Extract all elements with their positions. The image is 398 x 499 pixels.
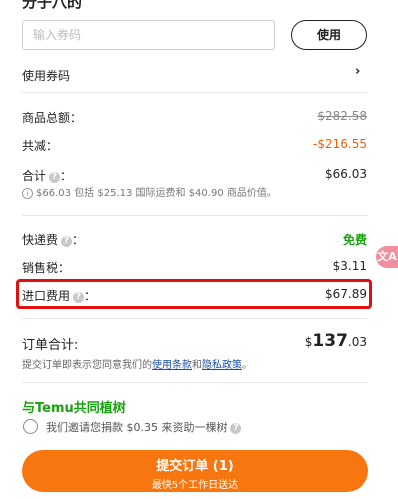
question-icon[interactable]: ? bbox=[49, 172, 61, 183]
import-fee-colon: ： bbox=[84, 289, 97, 303]
shipping-value: 免费 bbox=[342, 233, 367, 247]
order-total-main: 137 bbox=[312, 331, 348, 351]
total-label-text: 合计 bbox=[22, 169, 47, 183]
total-label-colon: ： bbox=[60, 169, 73, 183]
delivery-estimate: 最快5个工作日送达 bbox=[151, 480, 239, 491]
terms-of-use-link[interactable]: 使用条款 bbox=[152, 360, 192, 371]
total-label: 合计?： bbox=[22, 167, 72, 184]
use-coupon-label[interactable]: 使用券码 bbox=[22, 67, 70, 84]
divider bbox=[22, 318, 367, 319]
discount-label: 共减： bbox=[22, 139, 59, 153]
question-icon[interactable]: ? bbox=[61, 236, 73, 247]
import-fee-label: 进口费用?： bbox=[22, 287, 96, 304]
coupon-code-input[interactable] bbox=[22, 20, 275, 50]
submit-order-label: 提交订单 (1) bbox=[156, 459, 234, 474]
total-note-text: $66.03 包括 $25.13 国际运费和 $40.90 商品价值。 bbox=[36, 188, 277, 199]
total-note: i $66.03 包括 $25.13 国际运费和 $40.90 商品价值。 bbox=[22, 184, 277, 199]
divider bbox=[22, 215, 367, 216]
order-total-cents: .03 bbox=[347, 335, 367, 349]
donate-radio[interactable] bbox=[23, 419, 38, 434]
import-fee-label-text: 进口费用 bbox=[22, 289, 71, 303]
donate-text-content: 我们邀请您捐款 $0.35 来资助一棵树 bbox=[46, 421, 228, 434]
translate-icon[interactable]: 文A bbox=[376, 246, 398, 268]
discount-value: -$216.55 bbox=[313, 137, 367, 151]
order-total-value: $137.03 bbox=[305, 331, 367, 351]
tax-label: 销售税： bbox=[22, 261, 71, 275]
import-fee-value: $67.89 bbox=[325, 287, 367, 301]
info-icon: i bbox=[22, 188, 33, 199]
privacy-policy-link[interactable]: 隐私政策 bbox=[202, 360, 242, 371]
shipping-label-text: 快递费 bbox=[22, 233, 59, 247]
terms-notice: 提交订单即表示您同意我们的使用条款和隐私政策。 bbox=[22, 356, 252, 371]
terms-suffix: 。 bbox=[242, 360, 252, 371]
submit-order-button[interactable]: 提交订单 (1) 最快5个工作日送达 bbox=[22, 450, 368, 492]
terms-prefix: 提交订单即表示您同意我们的 bbox=[22, 360, 152, 371]
donate-text: 我们邀请您捐款 $0.35 来资助一棵树? bbox=[46, 419, 242, 435]
question-icon[interactable]: ? bbox=[230, 423, 242, 434]
question-icon[interactable]: ? bbox=[73, 292, 85, 303]
total-value: $66.03 bbox=[325, 167, 367, 181]
terms-and: 和 bbox=[192, 360, 202, 371]
divider bbox=[22, 92, 367, 93]
shipping-label: 快递费?： bbox=[22, 233, 85, 247]
subtotal-value: $282.58 bbox=[317, 109, 367, 123]
subtotal-label: 商品总额： bbox=[22, 111, 83, 125]
section-title: 分子八的 bbox=[22, 0, 83, 11]
apply-coupon-button[interactable]: 使用 bbox=[291, 20, 367, 50]
order-total-label: 订单合计: bbox=[22, 338, 79, 353]
tax-value: $3.11 bbox=[332, 259, 367, 273]
chevron-right-icon[interactable]: › bbox=[355, 64, 360, 79]
divider bbox=[22, 382, 367, 383]
plant-tree-title: 与Temu共同植树 bbox=[22, 401, 126, 416]
